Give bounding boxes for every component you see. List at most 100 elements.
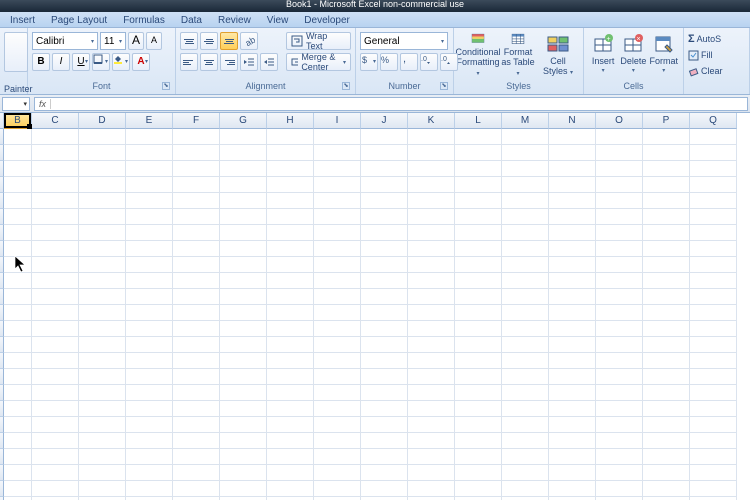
cell[interactable] bbox=[455, 241, 502, 257]
cell[interactable] bbox=[126, 225, 173, 241]
cell[interactable] bbox=[455, 145, 502, 161]
cell[interactable] bbox=[173, 161, 220, 177]
conditional-formatting-button[interactable]: Conditional Formatting ▾ bbox=[458, 30, 498, 80]
cell[interactable] bbox=[361, 193, 408, 209]
cell[interactable] bbox=[455, 369, 502, 385]
cell[interactable] bbox=[361, 369, 408, 385]
cell[interactable] bbox=[314, 401, 361, 417]
cell[interactable] bbox=[455, 193, 502, 209]
tab-insert[interactable]: Insert bbox=[2, 14, 43, 27]
tab-developer[interactable]: Developer bbox=[296, 14, 358, 27]
cell[interactable] bbox=[220, 481, 267, 497]
cell[interactable] bbox=[361, 145, 408, 161]
cell[interactable] bbox=[79, 481, 126, 497]
cell[interactable] bbox=[267, 273, 314, 289]
cell[interactable] bbox=[32, 161, 79, 177]
cell[interactable] bbox=[4, 321, 32, 337]
cell[interactable] bbox=[267, 289, 314, 305]
cell[interactable] bbox=[126, 241, 173, 257]
cell[interactable] bbox=[596, 241, 643, 257]
cell[interactable] bbox=[32, 481, 79, 497]
cell[interactable] bbox=[690, 321, 737, 337]
cell[interactable] bbox=[361, 161, 408, 177]
cell[interactable] bbox=[408, 465, 455, 481]
cell[interactable] bbox=[502, 289, 549, 305]
cell[interactable] bbox=[361, 481, 408, 497]
cell[interactable] bbox=[690, 145, 737, 161]
cell[interactable] bbox=[314, 433, 361, 449]
cell[interactable] bbox=[549, 257, 596, 273]
cell[interactable] bbox=[220, 177, 267, 193]
cell[interactable] bbox=[643, 289, 690, 305]
cell[interactable] bbox=[4, 449, 32, 465]
cell[interactable] bbox=[455, 177, 502, 193]
cell[interactable] bbox=[455, 481, 502, 497]
cell[interactable] bbox=[643, 449, 690, 465]
cell[interactable] bbox=[643, 433, 690, 449]
cell[interactable] bbox=[173, 273, 220, 289]
cell[interactable] bbox=[690, 193, 737, 209]
cell[interactable] bbox=[596, 225, 643, 241]
cell[interactable] bbox=[32, 145, 79, 161]
cell[interactable] bbox=[32, 353, 79, 369]
cell[interactable] bbox=[126, 273, 173, 289]
cell[interactable] bbox=[690, 289, 737, 305]
cell[interactable] bbox=[126, 129, 173, 145]
cell[interactable] bbox=[549, 481, 596, 497]
insert-cells-button[interactable]: + Insert ▾ bbox=[588, 30, 618, 80]
cell[interactable] bbox=[4, 353, 32, 369]
cell[interactable] bbox=[596, 385, 643, 401]
cell[interactable] bbox=[455, 273, 502, 289]
cell[interactable] bbox=[267, 129, 314, 145]
cell[interactable] bbox=[690, 209, 737, 225]
cell[interactable] bbox=[126, 353, 173, 369]
font-name-select[interactable]: Calibri ▾ bbox=[32, 32, 98, 50]
cell[interactable] bbox=[314, 241, 361, 257]
cell[interactable] bbox=[690, 225, 737, 241]
column-header-F[interactable]: F bbox=[173, 113, 220, 129]
cell[interactable] bbox=[32, 385, 79, 401]
column-header-H[interactable]: H bbox=[267, 113, 314, 129]
cell[interactable] bbox=[79, 193, 126, 209]
cell[interactable] bbox=[408, 289, 455, 305]
cell[interactable] bbox=[502, 161, 549, 177]
cell[interactable] bbox=[220, 289, 267, 305]
cell[interactable] bbox=[690, 273, 737, 289]
cell[interactable] bbox=[4, 465, 32, 481]
cell[interactable] bbox=[408, 177, 455, 193]
cell[interactable] bbox=[361, 241, 408, 257]
cell[interactable] bbox=[267, 209, 314, 225]
cell[interactable] bbox=[79, 241, 126, 257]
cell[interactable] bbox=[502, 449, 549, 465]
cell[interactable] bbox=[502, 481, 549, 497]
cell[interactable] bbox=[220, 305, 267, 321]
cell[interactable] bbox=[408, 257, 455, 273]
cell[interactable] bbox=[314, 465, 361, 481]
cell[interactable] bbox=[361, 449, 408, 465]
cell[interactable] bbox=[4, 209, 32, 225]
cell[interactable] bbox=[32, 193, 79, 209]
cell[interactable] bbox=[643, 209, 690, 225]
cell[interactable] bbox=[549, 417, 596, 433]
cell[interactable] bbox=[173, 401, 220, 417]
cell[interactable] bbox=[173, 289, 220, 305]
tab-review[interactable]: Review bbox=[210, 14, 259, 27]
cell[interactable] bbox=[361, 401, 408, 417]
spreadsheet-grid[interactable]: BCDEFGHIJKLMNOPQ bbox=[0, 113, 750, 500]
cell[interactable] bbox=[455, 305, 502, 321]
cell[interactable] bbox=[220, 257, 267, 273]
cell[interactable] bbox=[314, 385, 361, 401]
align-middle-button[interactable] bbox=[200, 32, 218, 50]
cell[interactable] bbox=[267, 193, 314, 209]
cell[interactable] bbox=[502, 193, 549, 209]
cell[interactable] bbox=[549, 433, 596, 449]
cell[interactable] bbox=[643, 465, 690, 481]
cell[interactable] bbox=[32, 449, 79, 465]
cell[interactable] bbox=[126, 385, 173, 401]
format-cells-button[interactable]: Format ▾ bbox=[648, 30, 679, 80]
cell[interactable] bbox=[549, 177, 596, 193]
cell[interactable] bbox=[502, 145, 549, 161]
cell[interactable] bbox=[4, 289, 32, 305]
cell[interactable] bbox=[32, 209, 79, 225]
align-center-button[interactable] bbox=[200, 53, 218, 71]
